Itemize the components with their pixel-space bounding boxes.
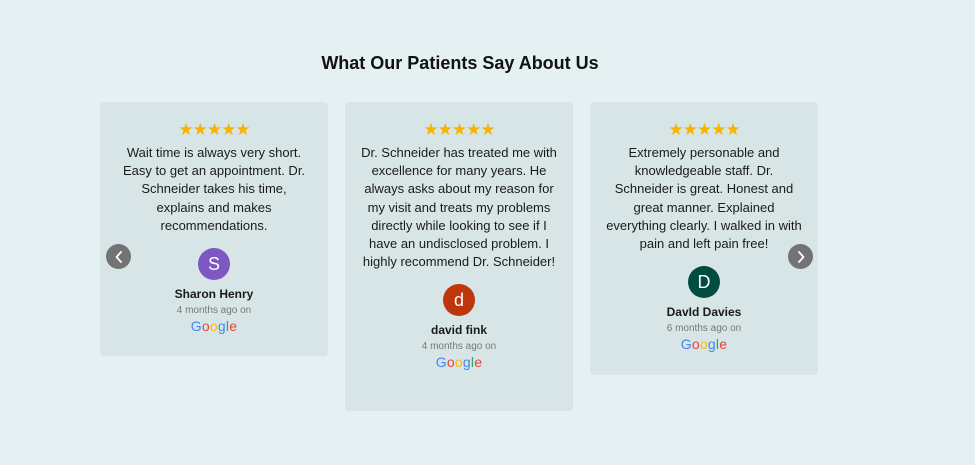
carousel-next-button[interactable] — [788, 244, 813, 269]
review-time: 4 months ago on — [421, 341, 497, 353]
reviewer-name: david fink — [430, 323, 487, 338]
reviewer-name: Sharon Henry — [174, 287, 254, 302]
star-rating: ★★★★★ — [423, 120, 495, 139]
review-time: 6 months ago on — [666, 323, 742, 335]
reviewer-name: DavId Davies — [666, 305, 742, 320]
review-card: ★★★★★ Extremely personable and knowledge… — [590, 102, 818, 375]
google-logo: Google — [190, 318, 238, 335]
avatar: S — [198, 248, 230, 281]
chevron-right-icon — [797, 250, 804, 263]
google-logo: Google — [435, 354, 483, 371]
review-time: 4 months ago on — [176, 305, 252, 317]
review-card: ★★★★★ Wait time is always very short. Ea… — [100, 102, 328, 356]
review-text: Dr. Schneider has treated me with excell… — [361, 145, 557, 270]
avatar: d — [443, 284, 475, 317]
review-text: Extremely personable and knowledgeable s… — [606, 145, 802, 252]
carousel-prev-button[interactable] — [106, 244, 131, 269]
review-card: ★★★★★ Dr. Schneider has treated me with … — [345, 102, 573, 411]
chevron-left-icon — [115, 250, 122, 263]
star-rating: ★★★★★ — [668, 120, 740, 139]
star-rating: ★★★★★ — [178, 120, 250, 139]
avatar: D — [688, 266, 720, 299]
google-logo: Google — [680, 336, 728, 353]
review-text: Wait time is always very short. Easy to … — [122, 145, 306, 233]
section-title: What Our Patients Say About Us — [321, 53, 599, 73]
